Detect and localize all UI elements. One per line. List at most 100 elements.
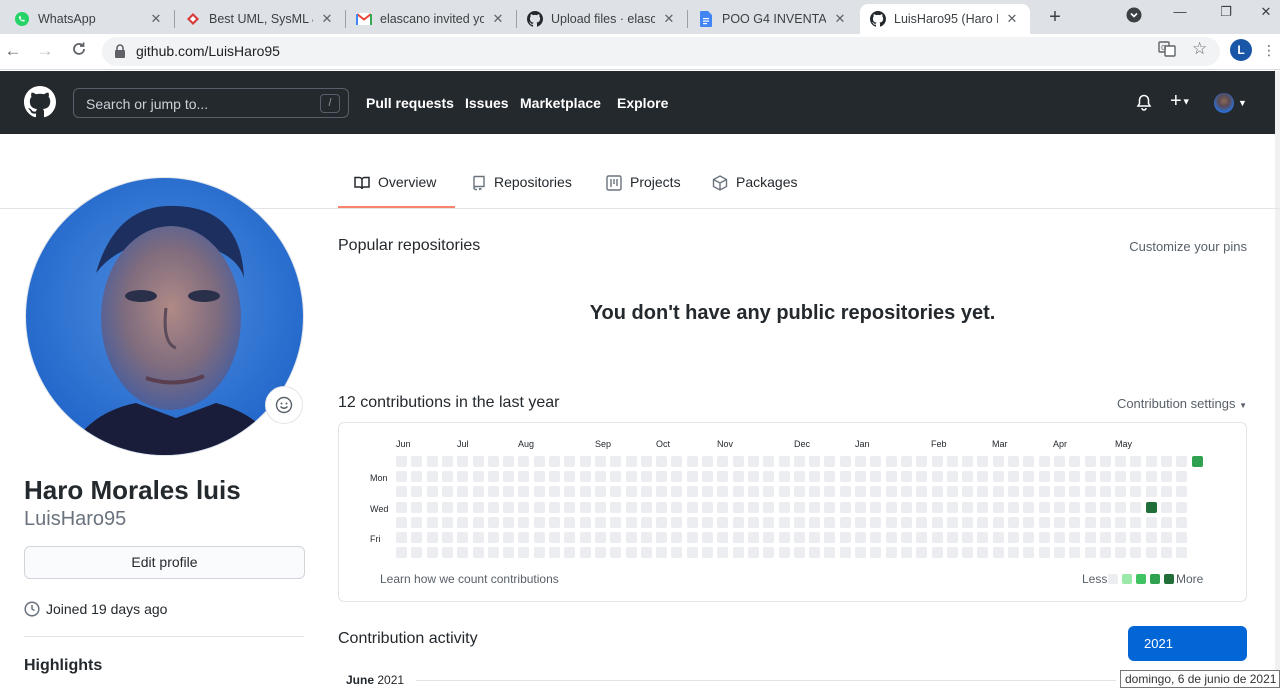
contribution-day-cell[interactable]	[1038, 547, 1050, 559]
contribution-day-cell[interactable]	[747, 456, 759, 467]
contribution-day-cell[interactable]	[564, 501, 576, 513]
contribution-day-cell[interactable]	[702, 486, 713, 498]
contribution-day-cell[interactable]	[396, 547, 407, 559]
user-menu-button[interactable]: ▼	[1214, 93, 1247, 113]
contribution-day-cell[interactable]	[732, 456, 744, 467]
contribution-day-cell[interactable]	[977, 471, 989, 483]
contribution-day-cell[interactable]	[1023, 516, 1035, 528]
contribution-day-cell[interactable]	[503, 516, 515, 528]
contribution-day-cell[interactable]	[763, 547, 775, 559]
tab-overview[interactable]: Overview	[354, 174, 436, 208]
contribution-day-cell[interactable]	[518, 501, 530, 513]
contribution-day-cell[interactable]	[870, 547, 882, 559]
search-input[interactable]: Search or jump to... /	[73, 88, 349, 118]
browser-tab-luisharo95[interactable]: LuisHaro95 (Haro M ✕	[860, 4, 1030, 34]
contribution-day-cell[interactable]	[426, 486, 438, 498]
contribution-day-cell[interactable]	[946, 501, 958, 513]
contribution-day-cell[interactable]	[518, 456, 530, 467]
contribution-day-cell[interactable]	[426, 547, 438, 559]
contribution-day-cell[interactable]	[1053, 516, 1065, 528]
contribution-day-cell[interactable]	[1008, 532, 1019, 543]
contribution-day-cell[interactable]	[885, 501, 897, 513]
contribution-day-cell[interactable]	[1069, 547, 1081, 559]
contribution-day-cell[interactable]	[977, 501, 989, 513]
maximize-button[interactable]: ❐	[1216, 4, 1236, 20]
contribution-day-cell[interactable]	[870, 532, 882, 543]
contribution-day-cell[interactable]	[1023, 471, 1035, 483]
contribution-day-cell[interactable]	[396, 486, 407, 498]
contribution-day-cell[interactable]	[1069, 516, 1081, 528]
contribution-day-cell[interactable]	[518, 516, 530, 528]
contribution-day-cell[interactable]	[839, 471, 851, 483]
contribution-day-cell[interactable]	[747, 547, 759, 559]
contribution-day-cell[interactable]	[656, 516, 668, 528]
nav-pull-requests[interactable]: Pull requests	[366, 95, 454, 111]
new-tab-button[interactable]: +	[1044, 6, 1066, 29]
contribution-day-cell[interactable]	[671, 486, 683, 498]
contribution-day-cell[interactable]	[992, 501, 1004, 513]
contribution-day-cell[interactable]	[533, 501, 545, 513]
contribution-day-cell[interactable]	[732, 471, 744, 483]
contribution-day-cell[interactable]	[549, 471, 560, 483]
contribution-day-cell[interactable]	[1176, 532, 1188, 543]
contribution-day-cell[interactable]	[916, 547, 928, 559]
contribution-day-cell[interactable]	[702, 456, 713, 467]
contribution-day-cell[interactable]	[472, 532, 484, 543]
browser-tab-upload-files[interactable]: Upload files · elasca ✕	[517, 4, 687, 34]
contribution-day-cell[interactable]	[656, 486, 668, 498]
contribution-day-cell[interactable]	[1084, 486, 1096, 498]
contribution-day-cell[interactable]	[778, 516, 790, 528]
contribution-day-cell[interactable]	[549, 532, 560, 543]
browser-tab-whatsapp[interactable]: WhatsApp ✕	[4, 4, 174, 34]
contribution-day-cell[interactable]	[1176, 471, 1188, 483]
contribution-day-cell[interactable]	[809, 501, 821, 513]
contribution-day-cell[interactable]	[503, 456, 515, 467]
contribution-day-cell[interactable]	[594, 532, 606, 543]
contribution-day-cell[interactable]	[1084, 501, 1096, 513]
contribution-day-cell[interactable]	[610, 547, 622, 559]
contribution-day-cell[interactable]	[1023, 547, 1035, 559]
contribution-day-cell[interactable]	[977, 456, 989, 467]
contribution-day-cell[interactable]	[594, 547, 606, 559]
contribution-day-cell[interactable]	[610, 471, 622, 483]
contribution-day-cell[interactable]	[411, 532, 423, 543]
contribution-day-cell[interactable]	[472, 486, 484, 498]
contribution-day-cell[interactable]	[732, 547, 744, 559]
contribution-day-cell[interactable]	[702, 471, 713, 483]
contribution-day-cell[interactable]	[686, 486, 698, 498]
nav-explore[interactable]: Explore	[617, 95, 668, 111]
tab-projects[interactable]: Projects	[606, 174, 681, 208]
contribution-day-cell[interactable]	[640, 547, 652, 559]
contribution-day-cell[interactable]	[671, 471, 683, 483]
contribution-day-cell[interactable]	[931, 516, 943, 528]
contribution-day-cell[interactable]	[411, 456, 423, 467]
contribution-day-cell[interactable]	[732, 486, 744, 498]
contribution-day-cell[interactable]	[870, 501, 882, 513]
notifications-bell-icon[interactable]	[1136, 94, 1152, 116]
contribution-day-cell[interactable]	[396, 471, 407, 483]
contribution-day-cell[interactable]	[1038, 471, 1050, 483]
contribution-day-cell[interactable]	[426, 501, 438, 513]
contribution-day-cell[interactable]	[594, 456, 606, 467]
github-logo-icon[interactable]	[24, 86, 56, 123]
contribution-day-cell[interactable]	[457, 532, 469, 543]
back-button[interactable]: ←	[2, 41, 24, 61]
contribution-day-cell[interactable]	[487, 456, 499, 467]
contribution-day-cell[interactable]	[1145, 532, 1157, 543]
contribution-day-cell[interactable]	[717, 547, 729, 559]
contribution-day-cell[interactable]	[747, 471, 759, 483]
contribution-day-cell[interactable]	[594, 471, 606, 483]
contribution-day-cell[interactable]	[962, 471, 974, 483]
contribution-day-cell[interactable]	[1176, 456, 1188, 467]
contribution-day-cell[interactable]	[671, 501, 683, 513]
contribution-day-cell[interactable]	[702, 516, 713, 528]
contribution-day-cell[interactable]	[671, 456, 683, 467]
contribution-day-cell[interactable]	[671, 516, 683, 528]
contribution-day-cell[interactable]	[824, 486, 836, 498]
contribution-day-cell[interactable]	[1084, 547, 1096, 559]
contribution-day-cell[interactable]	[747, 501, 759, 513]
contribution-day-cell[interactable]	[962, 547, 974, 559]
contribution-day-cell[interactable]	[579, 516, 591, 528]
nav-marketplace[interactable]: Marketplace	[520, 95, 601, 111]
contribution-day-cell[interactable]	[931, 456, 943, 467]
